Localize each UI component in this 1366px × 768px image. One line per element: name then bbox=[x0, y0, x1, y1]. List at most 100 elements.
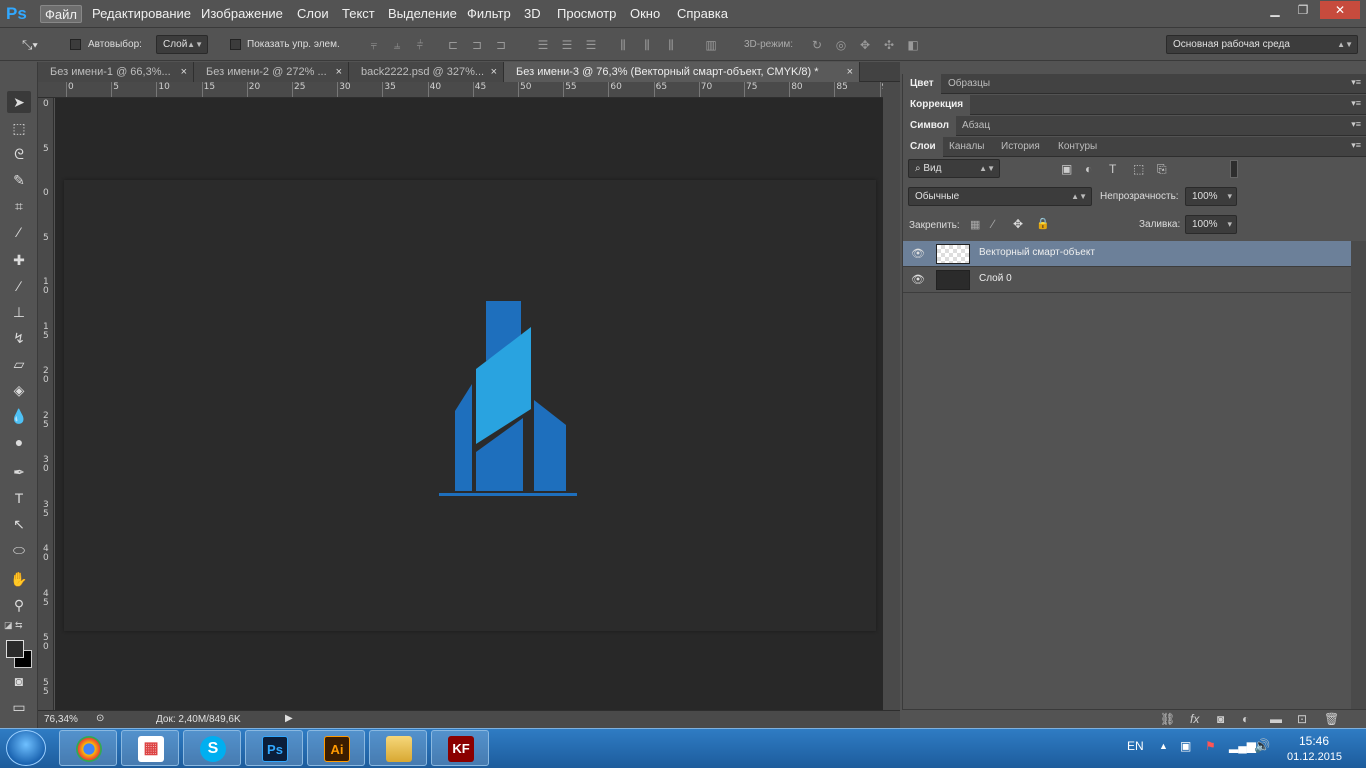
screen-mode-icon[interactable]: ▭ bbox=[7, 696, 31, 718]
clock-date[interactable]: 01.12.2015 bbox=[1287, 751, 1342, 763]
opacity-input[interactable]: 100% ▾ bbox=[1185, 187, 1237, 206]
trash-icon[interactable]: 🗑 bbox=[1324, 712, 1339, 726]
link-layers-icon[interactable]: ⛓ bbox=[1160, 712, 1175, 726]
blend-mode-dropdown[interactable]: Обычные ▲▼ bbox=[908, 187, 1092, 206]
tray-app-icon[interactable]: ▣ bbox=[1180, 739, 1191, 753]
foreground-color-swatch[interactable] bbox=[6, 640, 24, 658]
taskbar-skype[interactable]: S bbox=[183, 730, 241, 766]
layer-name[interactable]: Слой 0 bbox=[979, 273, 1012, 284]
close-icon[interactable]: × bbox=[181, 62, 187, 82]
tab-channels[interactable]: Каналы bbox=[942, 137, 992, 157]
distribute-top-icon[interactable]: ☰ bbox=[536, 38, 550, 52]
menu-edit[interactable]: Редактирование bbox=[88, 5, 195, 23]
move-tool-preset-icon[interactable]: ⤡▾ bbox=[22, 37, 38, 53]
workspace-dropdown[interactable]: Основная рабочая среда ▲▼ bbox=[1166, 35, 1358, 54]
status-menu-arrow-icon[interactable]: ▶ bbox=[285, 713, 293, 724]
close-icon[interactable]: × bbox=[491, 62, 497, 82]
stamp-tool-icon[interactable]: ⊥ bbox=[7, 301, 31, 323]
filter-pixel-icon[interactable]: ▣ bbox=[1061, 162, 1072, 176]
autoselect-checkbox[interactable] bbox=[70, 39, 81, 50]
move-tool-icon[interactable]: ➤ bbox=[7, 91, 31, 113]
close-icon[interactable]: × bbox=[336, 62, 342, 82]
camera3d-icon[interactable]: ◧ bbox=[906, 38, 920, 52]
eye-icon[interactable]: 👁 bbox=[911, 273, 925, 287]
history-brush-tool-icon[interactable]: ↯ bbox=[7, 327, 31, 349]
taskbar-photoshop[interactable]: Ps bbox=[245, 730, 303, 766]
align-right-icon[interactable]: ⊐ bbox=[494, 38, 508, 52]
close-icon[interactable]: × bbox=[847, 62, 853, 82]
lasso-tool-icon[interactable]: ᘓ bbox=[7, 143, 31, 165]
align-bottom-icon[interactable]: ⫩ bbox=[413, 38, 427, 52]
fill-input[interactable]: 100% ▾ bbox=[1185, 215, 1237, 234]
type-tool-icon[interactable]: T bbox=[7, 487, 31, 509]
lock-transparency-icon[interactable]: ▦ bbox=[970, 218, 980, 231]
marquee-tool-icon[interactable]: ⬚ bbox=[7, 117, 31, 139]
panel-menu-icon[interactable]: ▾≡ bbox=[1351, 140, 1361, 151]
show-controls-checkbox[interactable] bbox=[230, 39, 241, 50]
ellipse-tool-icon[interactable]: ⬭ bbox=[7, 539, 31, 561]
menu-help[interactable]: Справка bbox=[673, 5, 732, 23]
network-icon[interactable]: ▂▄▆ bbox=[1229, 739, 1256, 753]
eraser-tool-icon[interactable]: ▱ bbox=[7, 353, 31, 375]
quick-mask-icon[interactable]: ◙ bbox=[7, 670, 31, 692]
taskbar-kf[interactable]: KF bbox=[431, 730, 489, 766]
status-info-icon[interactable]: ⊙ bbox=[96, 713, 104, 724]
tab-layers[interactable]: Слои bbox=[903, 137, 943, 157]
distribute-left-icon[interactable]: ⫼ bbox=[616, 38, 630, 52]
roll3d-icon[interactable]: ◎ bbox=[834, 38, 848, 52]
maximize-button[interactable]: ❐ bbox=[1289, 1, 1317, 19]
language-indicator[interactable]: EN bbox=[1127, 739, 1144, 753]
healing-brush-tool-icon[interactable]: ✚ bbox=[7, 249, 31, 271]
tab-paths[interactable]: Контуры bbox=[1051, 137, 1104, 157]
layer-name[interactable]: Векторный смарт-объект bbox=[979, 247, 1095, 258]
new-group-icon[interactable]: ▬ bbox=[1270, 712, 1282, 726]
align-vcenter-icon[interactable]: ⫨ bbox=[390, 38, 404, 52]
tab-doc-2[interactable]: Без имени-2 @ 272% ... × bbox=[194, 62, 349, 82]
menu-window[interactable]: Окно bbox=[626, 5, 664, 23]
tab-doc-4[interactable]: Без имени-3 @ 76,3% (Векторный смарт-объ… bbox=[504, 62, 860, 82]
menu-view[interactable]: Просмотр bbox=[553, 5, 620, 23]
taskbar-apps[interactable]: ▦ bbox=[121, 730, 179, 766]
tab-doc-3[interactable]: back2222.psd @ 327%... × bbox=[349, 62, 504, 82]
panel-menu-icon[interactable]: ▾≡ bbox=[1351, 119, 1361, 130]
taskbar-illustrator[interactable]: Ai bbox=[307, 730, 365, 766]
fx-icon[interactable]: fx bbox=[1190, 712, 1199, 726]
lock-position-icon[interactable]: ✥ bbox=[1013, 217, 1023, 231]
document-canvas[interactable] bbox=[64, 180, 876, 631]
tab-character[interactable]: Символ bbox=[903, 116, 956, 136]
pen-tool-icon[interactable]: ✒ bbox=[7, 461, 31, 483]
distribute-bottom-icon[interactable]: ☰ bbox=[584, 38, 598, 52]
layers-scrollbar[interactable] bbox=[1351, 241, 1366, 709]
dodge-tool-icon[interactable]: ● bbox=[7, 431, 31, 453]
filter-toggle[interactable] bbox=[1230, 160, 1238, 178]
clock-time[interactable]: 15:46 bbox=[1299, 734, 1329, 748]
quick-select-tool-icon[interactable]: ✎ bbox=[7, 169, 31, 191]
paint-bucket-tool-icon[interactable]: ◈ bbox=[7, 379, 31, 401]
taskbar-explorer[interactable] bbox=[369, 730, 427, 766]
tray-flag-icon[interactable]: ⚑ bbox=[1205, 739, 1216, 753]
distribute-vcenter-icon[interactable]: ☰ bbox=[560, 38, 574, 52]
drag3d-icon[interactable]: ✥ bbox=[858, 38, 872, 52]
auto-align-icon[interactable]: ▥ bbox=[704, 38, 718, 52]
menu-text[interactable]: Текст bbox=[338, 5, 379, 23]
hand-tool-icon[interactable]: ✋ bbox=[7, 568, 31, 590]
layer-row[interactable]: 👁 Векторный смарт-объект bbox=[903, 241, 1351, 267]
zoom-tool-icon[interactable]: ⚲ bbox=[7, 594, 31, 616]
menu-filter[interactable]: Фильтр bbox=[463, 5, 515, 23]
eyedropper-tool-icon[interactable]: ⁄ bbox=[7, 221, 31, 243]
align-top-icon[interactable]: ⫧ bbox=[367, 38, 381, 52]
filter-type-icon[interactable]: T bbox=[1109, 162, 1116, 176]
menu-select[interactable]: Выделение bbox=[384, 5, 461, 23]
lock-all-icon[interactable]: 🔒 bbox=[1036, 217, 1050, 230]
brush-tool-icon[interactable]: ∕ bbox=[7, 275, 31, 297]
autoselect-dropdown[interactable]: Слой ▲▼ bbox=[156, 35, 208, 54]
rotate3d-icon[interactable]: ↻ bbox=[810, 38, 824, 52]
tab-history[interactable]: История bbox=[994, 137, 1047, 157]
filter-adjustment-icon[interactable]: ◐ bbox=[1085, 162, 1092, 176]
tab-swatches[interactable]: Образцы bbox=[941, 74, 997, 94]
distribute-hcenter-icon[interactable]: ⫼ bbox=[640, 38, 654, 52]
panel-menu-icon[interactable]: ▾≡ bbox=[1351, 98, 1361, 109]
lock-pixels-icon[interactable]: ∕ bbox=[992, 217, 994, 231]
menu-image[interactable]: Изображение bbox=[197, 5, 287, 23]
path-select-tool-icon[interactable]: ↖ bbox=[7, 513, 31, 535]
